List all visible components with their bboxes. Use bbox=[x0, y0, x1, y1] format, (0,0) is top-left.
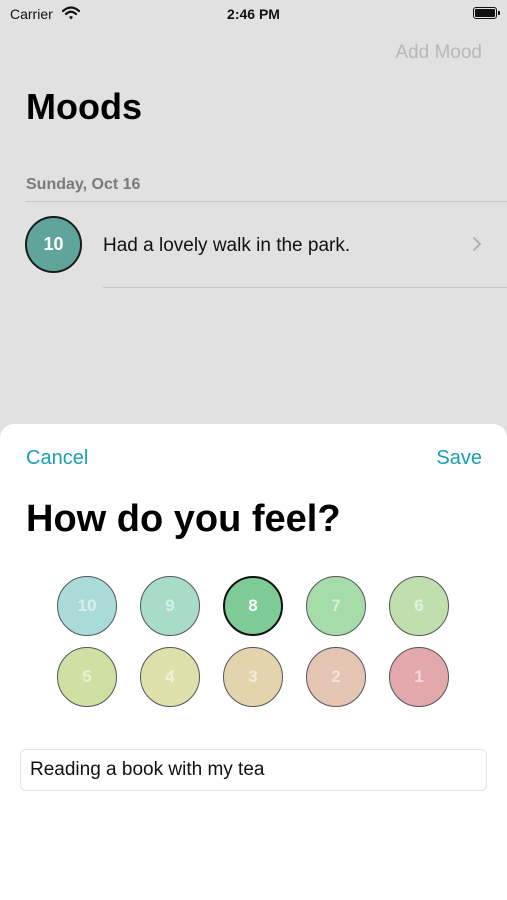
mood-option-5[interactable]: 5 bbox=[57, 647, 117, 707]
mood-rating-badge: 10 bbox=[25, 216, 82, 273]
mood-option-2[interactable]: 2 bbox=[306, 647, 366, 707]
mood-option-10[interactable]: 10 bbox=[57, 576, 117, 636]
mood-option-7[interactable]: 7 bbox=[306, 576, 366, 636]
divider bbox=[103, 287, 507, 288]
mood-option-3[interactable]: 3 bbox=[223, 647, 283, 707]
mood-option-8[interactable]: 8 bbox=[223, 576, 283, 636]
mood-note-input[interactable] bbox=[20, 749, 487, 791]
mood-option-1[interactable]: 1 bbox=[389, 647, 449, 707]
add-mood-button[interactable]: Add Mood bbox=[395, 42, 482, 64]
mood-option-6[interactable]: 6 bbox=[389, 576, 449, 636]
mood-entry-note: Had a lovely walk in the park. bbox=[103, 235, 351, 256]
page-title: Moods bbox=[26, 86, 142, 127]
status-bar: Carrier 2:46 PM bbox=[0, 0, 507, 28]
save-button[interactable]: Save bbox=[436, 447, 482, 470]
mood-option-4[interactable]: 4 bbox=[140, 647, 200, 707]
section-date-header: Sunday, Oct 16 bbox=[26, 176, 141, 193]
mood-option-9[interactable]: 9 bbox=[140, 576, 200, 636]
cancel-button[interactable]: Cancel bbox=[26, 447, 88, 470]
sheet-title: How do you feel? bbox=[26, 498, 341, 540]
status-time: 2:46 PM bbox=[227, 6, 280, 22]
battery-icon bbox=[473, 7, 500, 19]
add-mood-sheet: Cancel Save How do you feel? 10 9 8 7 6 5 4 3 2 1 bbox=[0, 424, 507, 900]
mood-entry-row[interactable]: 10 Had a lovely walk in the park. bbox=[0, 202, 507, 288]
chevron-right-icon bbox=[473, 237, 481, 251]
